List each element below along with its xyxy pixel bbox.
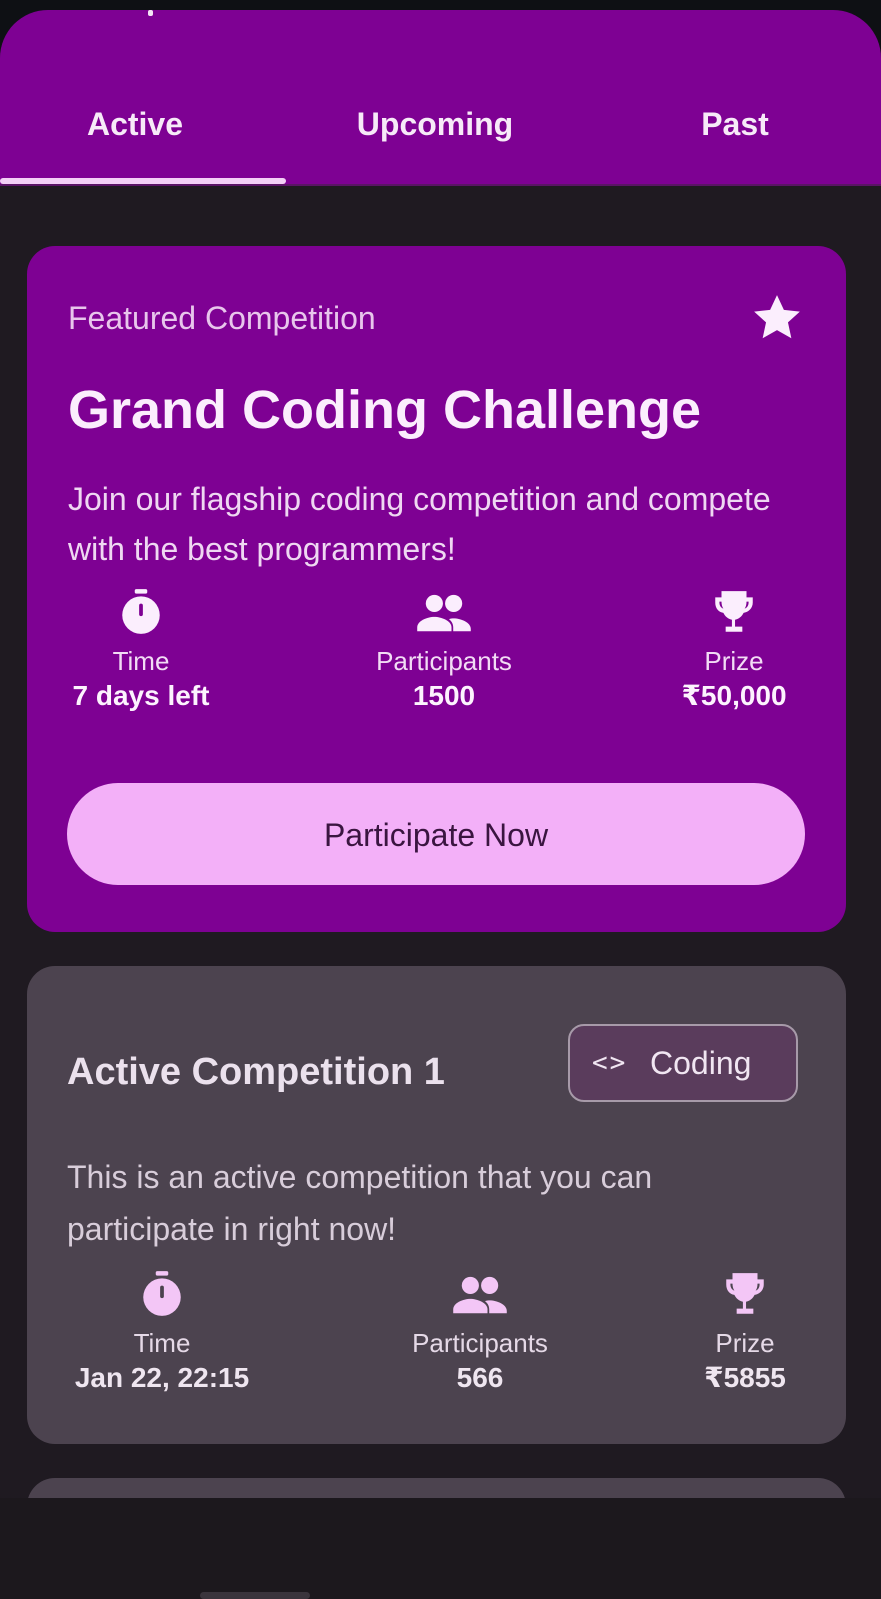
status-bar-fragment: [148, 10, 153, 16]
stat-label: Participants: [376, 646, 512, 676]
stat-label: Time: [112, 646, 170, 676]
star-icon[interactable]: [749, 290, 805, 346]
category-chip[interactable]: <> Coding: [568, 1024, 798, 1102]
stat-time: Time Jan 22, 22:15: [67, 1268, 257, 1396]
stat-prize: Prize ₹50,000: [659, 586, 809, 714]
app-screen: Active Upcoming Past Featured Competitio…: [0, 10, 881, 1599]
competition-title: Active Competition 1: [67, 1051, 445, 1093]
timer-icon: [143, 1271, 181, 1316]
timer-icon: [122, 589, 160, 634]
tab-past[interactable]: Past: [670, 102, 800, 146]
stat-participants: Participants 1500: [351, 586, 537, 714]
stat-label: Prize: [715, 1328, 775, 1358]
stat-label: Time: [133, 1328, 191, 1358]
code-icon: <>: [592, 1048, 628, 1078]
trophy-icon: [726, 1273, 764, 1314]
featured-competition-card[interactable]: Featured Competition Grand Coding Challe…: [27, 246, 846, 932]
tab-active[interactable]: Active: [40, 102, 230, 146]
tab-divider: [0, 184, 881, 186]
stat-prize: Prize ₹5855: [681, 1268, 809, 1396]
featured-label: Featured Competition: [68, 300, 376, 336]
stat-value: 7 days left: [72, 680, 210, 711]
stat-value: 1500: [412, 680, 476, 711]
stat-time: Time 7 days left: [65, 586, 217, 714]
competition-description: This is an active competition that you c…: [67, 1159, 653, 1247]
stat-value: Jan 22, 22:15: [74, 1362, 250, 1393]
featured-description: Join our flagship coding competition and…: [68, 481, 771, 567]
top-app-bar: Active Upcoming Past: [0, 10, 881, 186]
people-icon: [453, 1276, 507, 1314]
stat-label: Prize: [704, 646, 764, 676]
tab-upcoming[interactable]: Upcoming: [330, 102, 540, 146]
bottom-nav-handle: [200, 1592, 310, 1599]
category-label: Coding: [650, 1045, 752, 1081]
people-icon: [417, 594, 471, 632]
stat-value: ₹5855: [704, 1362, 786, 1393]
participate-now-button[interactable]: Participate Now: [67, 783, 805, 885]
stat-value: ₹50,000: [681, 680, 787, 711]
trophy-icon: [715, 591, 753, 632]
stat-value: 566: [456, 1362, 504, 1393]
competition-card[interactable]: Active Competition 1 <> Coding This is a…: [27, 966, 846, 1444]
stat-participants: Participants 566: [387, 1268, 573, 1396]
featured-title: Grand Coding Challenge: [68, 380, 702, 440]
bottom-navigation-bar: [0, 1498, 881, 1599]
stat-label: Participants: [412, 1328, 548, 1358]
